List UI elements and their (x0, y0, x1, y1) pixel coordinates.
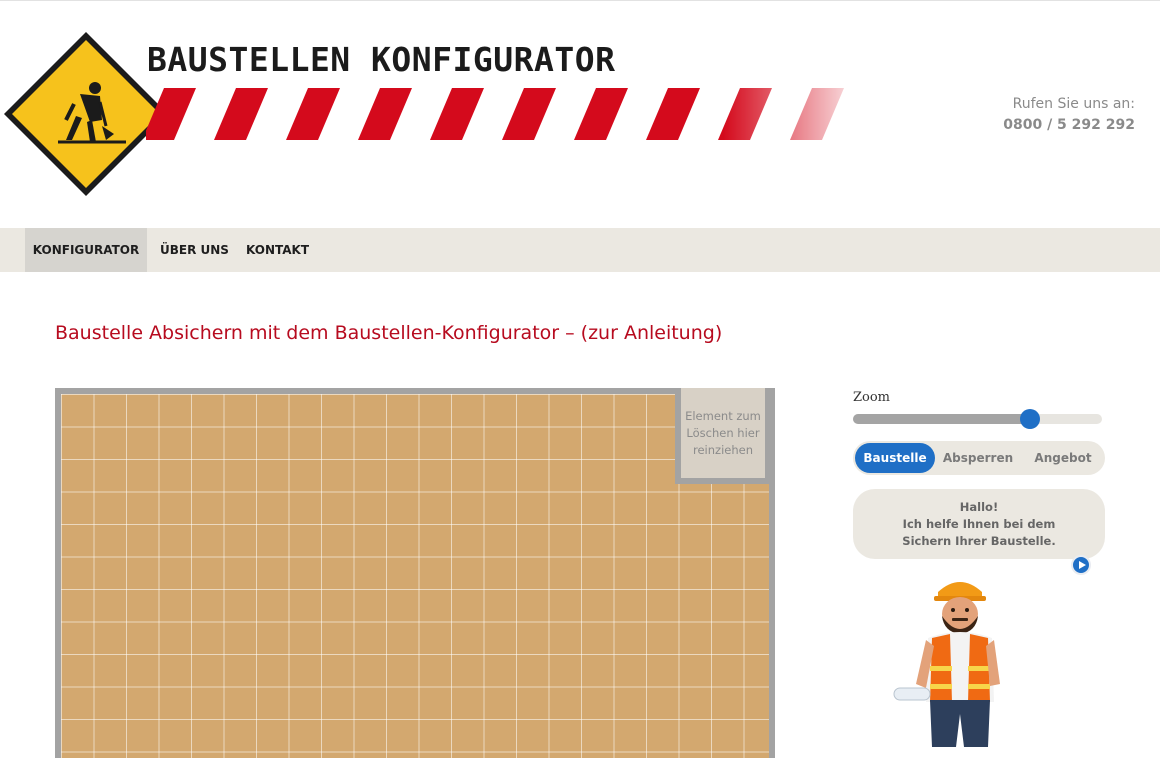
assistant-line-2: Ich helfe Ihnen bei dem (902, 517, 1056, 531)
construction-worker-sign-icon[interactable] (2, 30, 170, 198)
zoom-slider-fill (853, 414, 1030, 424)
phone-number[interactable]: 0800 / 5 292 292 (1003, 114, 1135, 136)
zoom-slider-thumb[interactable] (1019, 409, 1040, 429)
mode-tabs: Baustelle Absperren Angebot (853, 441, 1105, 475)
contact-info: Rufen Sie uns an: 0800 / 5 292 292 (1003, 94, 1135, 136)
delete-hint-line-2: Löschen hier (686, 426, 760, 440)
construction-site-grid[interactable] (61, 394, 769, 758)
tab-absperren[interactable]: Absperren (937, 443, 1019, 473)
warning-stripes-banner (146, 88, 850, 140)
nav-item-konfigurator[interactable]: KONFIGURATOR (25, 228, 147, 272)
zoom-slider[interactable] (853, 409, 1102, 429)
tab-angebot[interactable]: Angebot (1023, 443, 1103, 473)
contact-label: Rufen Sie uns an: (1012, 96, 1135, 112)
main-navigation: KONFIGURATOR ÜBER UNS KONTAKT (0, 228, 1160, 272)
construction-worker-avatar (893, 582, 1000, 747)
site-title: BAUSTELLEN KONFIGURATOR (147, 40, 616, 79)
assistant-speech-bubble: Hallo! Ich helfe Ihnen bei dem Sichern I… (853, 489, 1105, 559)
nav-item-kontakt[interactable]: KONTAKT (246, 228, 309, 272)
nav-item-ueber-uns[interactable]: ÜBER UNS (160, 228, 229, 272)
zoom-label: Zoom (853, 390, 891, 405)
delete-hint-line-1: Element zum (685, 409, 761, 423)
configurator-canvas[interactable]: Element zum Löschen hier reinziehen (55, 388, 775, 758)
play-icon[interactable] (1071, 555, 1091, 575)
delete-drop-zone[interactable]: Element zum Löschen hier reinziehen (675, 388, 769, 484)
page-title[interactable]: Baustelle Absichern mit dem Baustellen-K… (55, 322, 722, 344)
assistant-line-3: Sichern Ihrer Baustelle. (902, 534, 1056, 548)
tab-baustelle[interactable]: Baustelle (855, 443, 935, 473)
assistant-line-1: Hallo! (959, 500, 999, 514)
delete-hint-line-3: reinziehen (693, 443, 753, 457)
site-header: BAUSTELLEN KONFIGURATOR Rufen Sie uns an… (0, 0, 1160, 228)
delete-drop-zone-text: Element zum Löschen hier reinziehen (681, 388, 765, 478)
